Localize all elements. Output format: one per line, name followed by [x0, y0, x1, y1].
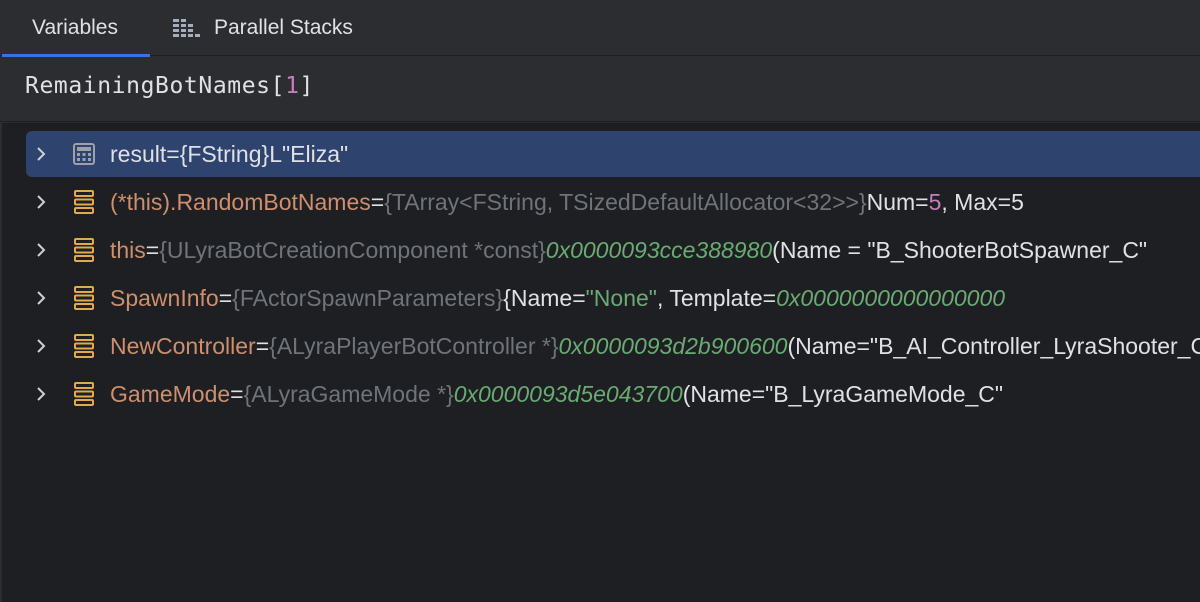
- variable-type: {TArray<FString, TSizedDefaultAllocator<…: [384, 188, 867, 215]
- field-icon: [66, 382, 102, 406]
- calculator-icon: [66, 143, 102, 165]
- tool-window-tab-bar: Variables Parallel Stacks: [0, 0, 1200, 57]
- tab-variables[interactable]: Variables: [0, 0, 150, 57]
- equals-sign: =: [166, 140, 180, 167]
- variable-address: 0x0000000000000000: [776, 284, 1006, 311]
- tree-row-gamemode[interactable]: GameMode = {ALyraGameMode *} 0x0000093d5…: [26, 371, 1200, 417]
- variable-value: (Name = "B_ShooterBotSpawner_C": [772, 236, 1148, 263]
- variable-name: SpawnInfo: [110, 284, 219, 311]
- variable-value-string: "None": [585, 284, 657, 311]
- expand-chevron-icon[interactable]: [26, 338, 56, 354]
- tree-row-newcontroller[interactable]: NewController = {ALyraPlayerBotControlle…: [26, 323, 1200, 369]
- variable-value-rest: , Template=: [656, 284, 777, 311]
- expand-chevron-icon[interactable]: [26, 290, 56, 306]
- tree-row-this[interactable]: this = {ULyraBotCreationComponent *const…: [26, 227, 1200, 273]
- variable-name: GameMode: [110, 380, 231, 407]
- equals-sign: =: [218, 284, 233, 311]
- variable-type: {FString}: [179, 140, 270, 167]
- variable-type: {ALyraGameMode *}: [243, 380, 454, 407]
- variable-value-number: 5: [928, 188, 942, 215]
- tab-variables-label: Variables: [32, 16, 118, 39]
- tree-row-spawninfo[interactable]: SpawnInfo = {FActorSpawnParameters} {Nam…: [26, 275, 1200, 321]
- variable-value-rest: , Max=5: [941, 188, 1024, 215]
- field-icon: [66, 286, 102, 310]
- tree-row-randombotnames[interactable]: (*this).RandomBotNames = {TArray<FString…: [26, 179, 1200, 225]
- expression-text[interactable]: RemainingBotNames[1]: [25, 73, 314, 99]
- equals-sign: =: [230, 380, 244, 407]
- expand-chevron-icon[interactable]: [26, 194, 56, 210]
- variable-name: result: [110, 140, 167, 167]
- expression-index: 1: [285, 73, 300, 99]
- variable-address: 0x0000093d2b900600: [558, 332, 788, 359]
- expand-chevron-icon[interactable]: [26, 146, 56, 162]
- equals-sign: =: [145, 236, 160, 263]
- variable-value: (Name="B_LyraGameMode_C": [682, 380, 1004, 407]
- parallel-stacks-icon: [172, 18, 202, 38]
- variable-value: L"Eliza": [269, 140, 349, 167]
- variable-type: {ALyraPlayerBotController *}: [269, 332, 559, 359]
- field-icon: [66, 334, 102, 358]
- expression-close: ]: [299, 73, 314, 99]
- variable-address: 0x0000093d5e043700: [453, 380, 683, 407]
- variable-type: {FActorSpawnParameters}: [232, 284, 504, 311]
- expand-chevron-icon[interactable]: [26, 242, 56, 258]
- expand-chevron-icon[interactable]: [26, 386, 56, 402]
- equals-sign: =: [370, 188, 385, 215]
- tab-parallel-stacks-label: Parallel Stacks: [214, 16, 353, 39]
- expression-name: RemainingBotNames[: [25, 73, 286, 99]
- variables-tree: result = {FString} L"Eliza" (*this).Rand…: [0, 123, 1200, 602]
- variable-address: 0x0000093cce388980: [545, 236, 773, 263]
- variable-name: (*this).RandomBotNames: [110, 188, 371, 215]
- variable-value: Num=: [866, 188, 929, 215]
- field-icon: [66, 190, 102, 214]
- variable-type: {ULyraBotCreationComponent *const}: [159, 236, 546, 263]
- tab-parallel-stacks[interactable]: Parallel Stacks: [172, 0, 353, 56]
- variable-value: (Name="B_AI_Controller_LyraShooter_C": [787, 332, 1200, 359]
- equals-sign: =: [255, 332, 270, 359]
- tree-row-result[interactable]: result = {FString} L"Eliza": [26, 131, 1200, 177]
- variable-name: NewController: [110, 332, 256, 359]
- evaluate-expression-bar[interactable]: RemainingBotNames[1]: [0, 57, 1200, 122]
- variable-value: {Name=: [503, 284, 586, 311]
- panel-left-edge: [0, 123, 2, 602]
- variable-name: this: [110, 236, 146, 263]
- field-icon: [66, 238, 102, 262]
